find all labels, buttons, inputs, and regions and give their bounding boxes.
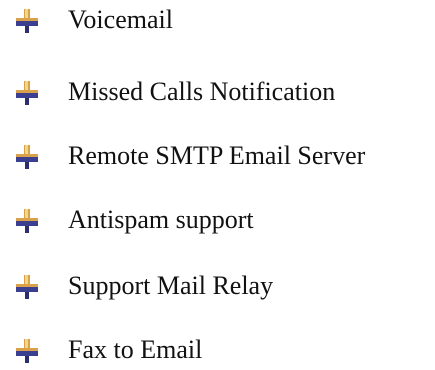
list-item-label: Fax to Email [68,335,203,364]
pushpin-bullet-icon [13,208,41,234]
list-item-label: Missed Calls Notification [68,77,336,106]
list-item-label: Voicemail [68,5,173,34]
pushpin-bullet-icon [13,144,41,170]
list-item: Support Mail Relay [0,266,435,306]
list-item: Antispam support [0,200,435,240]
list-item: Voicemail [0,0,435,40]
pushpin-bullet-icon [13,338,41,364]
list-item: Remote SMTP Email Server [0,136,435,176]
list-item: Missed Calls Notification [0,72,435,112]
list-item-label: Antispam support [68,205,254,234]
list-item: Fax to Email [0,330,435,370]
pushpin-bullet-icon [13,8,41,34]
list-item-label: Support Mail Relay [68,271,274,300]
list-item-label: Remote SMTP Email Server [68,141,366,170]
pushpin-bullet-icon [13,274,41,300]
pushpin-bullet-icon [13,80,41,106]
